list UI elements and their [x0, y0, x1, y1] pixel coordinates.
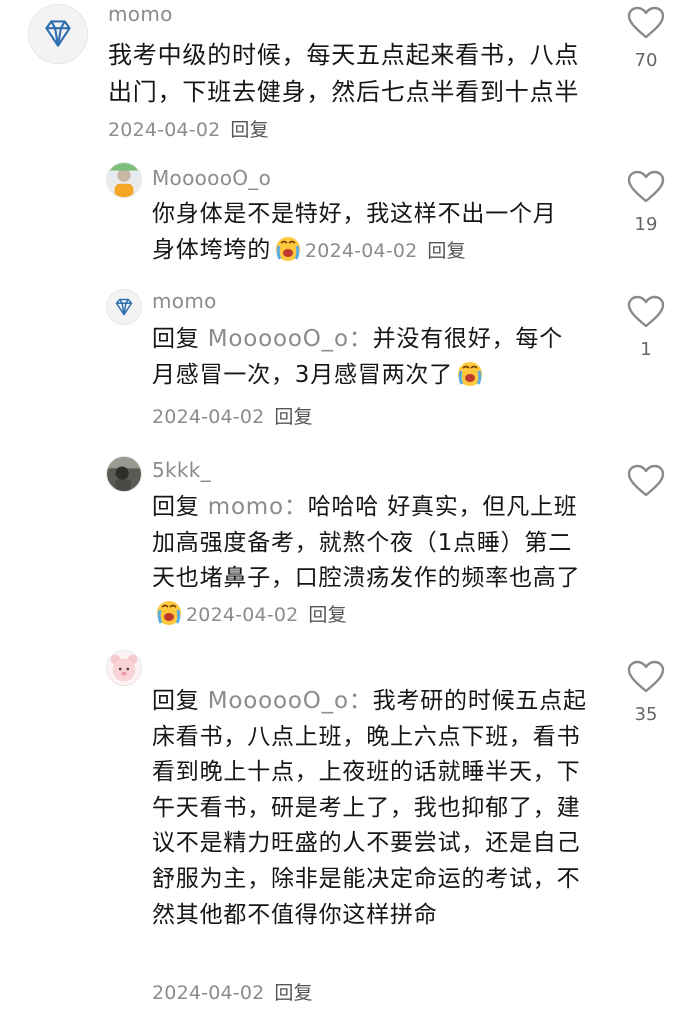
- diamond-avatar[interactable]: [106, 289, 142, 325]
- like-button[interactable]: 19: [616, 170, 676, 235]
- comment-text: 回复 MoooooO_o：并没有很好，每个月感冒一次，3月感冒两次了: [152, 322, 582, 393]
- comment-meta: 2024-04-02 回复: [152, 402, 313, 429]
- comment-1: momo 我考中级的时候，每天五点起来看书，八点出门，下班去健身，然后七点半看到…: [0, 0, 690, 160]
- photo-avatar-icon: [107, 163, 141, 197]
- comment-text: 回复 momo：哈哈哈 好真实，但凡上班加高强度备考，就熬个夜（1点睡）第二天也…: [152, 490, 590, 633]
- like-count: 1: [640, 339, 652, 360]
- reply-target-username[interactable]: MoooooO_o：: [208, 688, 373, 714]
- photo-avatar-icon: [107, 457, 141, 491]
- username[interactable]: MoooooO_o: [152, 166, 271, 190]
- reply-button[interactable]: 回复: [274, 982, 312, 1004]
- heart-icon: [627, 6, 665, 39]
- comment-meta: 2024-04-02 回复: [152, 978, 313, 1005]
- comment-text: 你身体是不是特好，我这样不出一个月 身体垮垮的 2024-04-02 回复: [152, 197, 578, 269]
- username[interactable]: 5kkk_: [152, 458, 211, 482]
- heart-icon: [627, 660, 665, 693]
- user-avatar[interactable]: [106, 456, 142, 492]
- like-count: 35: [634, 704, 658, 725]
- crying-face-icon: [276, 236, 300, 261]
- comment-text: 回复 MoooooO_o：我考研的时候五点起床看书，八点上班，晚上六点下班，看书…: [152, 684, 590, 933]
- diamond-icon: [107, 290, 141, 324]
- comment-meta: 2024-04-02 回复: [305, 240, 466, 262]
- reply-prefix: 回复: [152, 326, 200, 352]
- like-count: 19: [634, 214, 658, 235]
- user-avatar[interactable]: [106, 650, 142, 686]
- comment-3: momo 回复 MoooooO_o：并没有很好，每个月感冒一次，3月感冒两次了 …: [0, 285, 690, 450]
- like-button[interactable]: 70: [616, 6, 676, 71]
- username[interactable]: momo: [108, 2, 173, 26]
- crying-face-icon: [458, 361, 483, 386]
- reply-button[interactable]: 回复: [230, 119, 268, 141]
- comment-4: 5kkk_ 回复 momo：哈哈哈 好真实，但凡上班加高强度备考，就熬个夜（1点…: [0, 450, 690, 650]
- reply-prefix: 回复: [152, 688, 200, 714]
- like-button[interactable]: [616, 464, 676, 508]
- reply-button[interactable]: 回复: [427, 240, 465, 262]
- like-count: 70: [634, 50, 658, 71]
- reply-target-username[interactable]: momo：: [208, 494, 308, 520]
- comment-date: 2024-04-02: [152, 982, 265, 1004]
- like-button[interactable]: 1: [616, 295, 676, 360]
- comment-text: 我考中级的时候，每天五点起来看书，八点出门，下班去健身，然后七点半看到十点半 2…: [108, 37, 588, 149]
- heart-icon: [627, 170, 665, 203]
- comment-date: 2024-04-02: [152, 406, 265, 428]
- reply-prefix: 回复: [152, 494, 200, 520]
- comment-date: 2024-04-02: [108, 119, 221, 141]
- comment-date: 2024-04-02: [186, 603, 299, 626]
- comment-5: 回复 MoooooO_o：我考研的时候五点起床看书，八点上班，晚上六点下班，看书…: [0, 650, 690, 1011]
- diamond-avatar[interactable]: [28, 4, 88, 64]
- comment-content: 我考中级的时候，每天五点起来看书，八点出门，下班去健身，然后七点半看到十点半: [108, 41, 580, 106]
- comment-meta: 2024-04-02 回复: [108, 119, 269, 141]
- diamond-icon: [29, 5, 87, 63]
- crying-face-icon: [157, 600, 181, 625]
- reply-button[interactable]: 回复: [274, 406, 312, 428]
- reply-target-username[interactable]: MoooooO_o：: [208, 326, 373, 352]
- pink-bear-avatar-icon: [107, 651, 141, 685]
- user-avatar[interactable]: [106, 162, 142, 198]
- heart-icon: [627, 464, 665, 497]
- username[interactable]: momo: [152, 289, 217, 313]
- comment-date: 2024-04-02: [305, 239, 418, 262]
- comment-meta: 2024-04-02 回复: [186, 604, 347, 626]
- comment-content: 我考研的时候五点起床看书，八点上班，晚上六点下班，看书看到晚上十点，上夜班的话就…: [152, 688, 587, 928]
- reply-button[interactable]: 回复: [308, 604, 346, 626]
- like-button[interactable]: 35: [616, 660, 676, 725]
- heart-icon: [627, 295, 665, 328]
- comment-2: MoooooO_o 你身体是不是特好，我这样不出一个月 身体垮垮的 2024-04…: [0, 160, 690, 285]
